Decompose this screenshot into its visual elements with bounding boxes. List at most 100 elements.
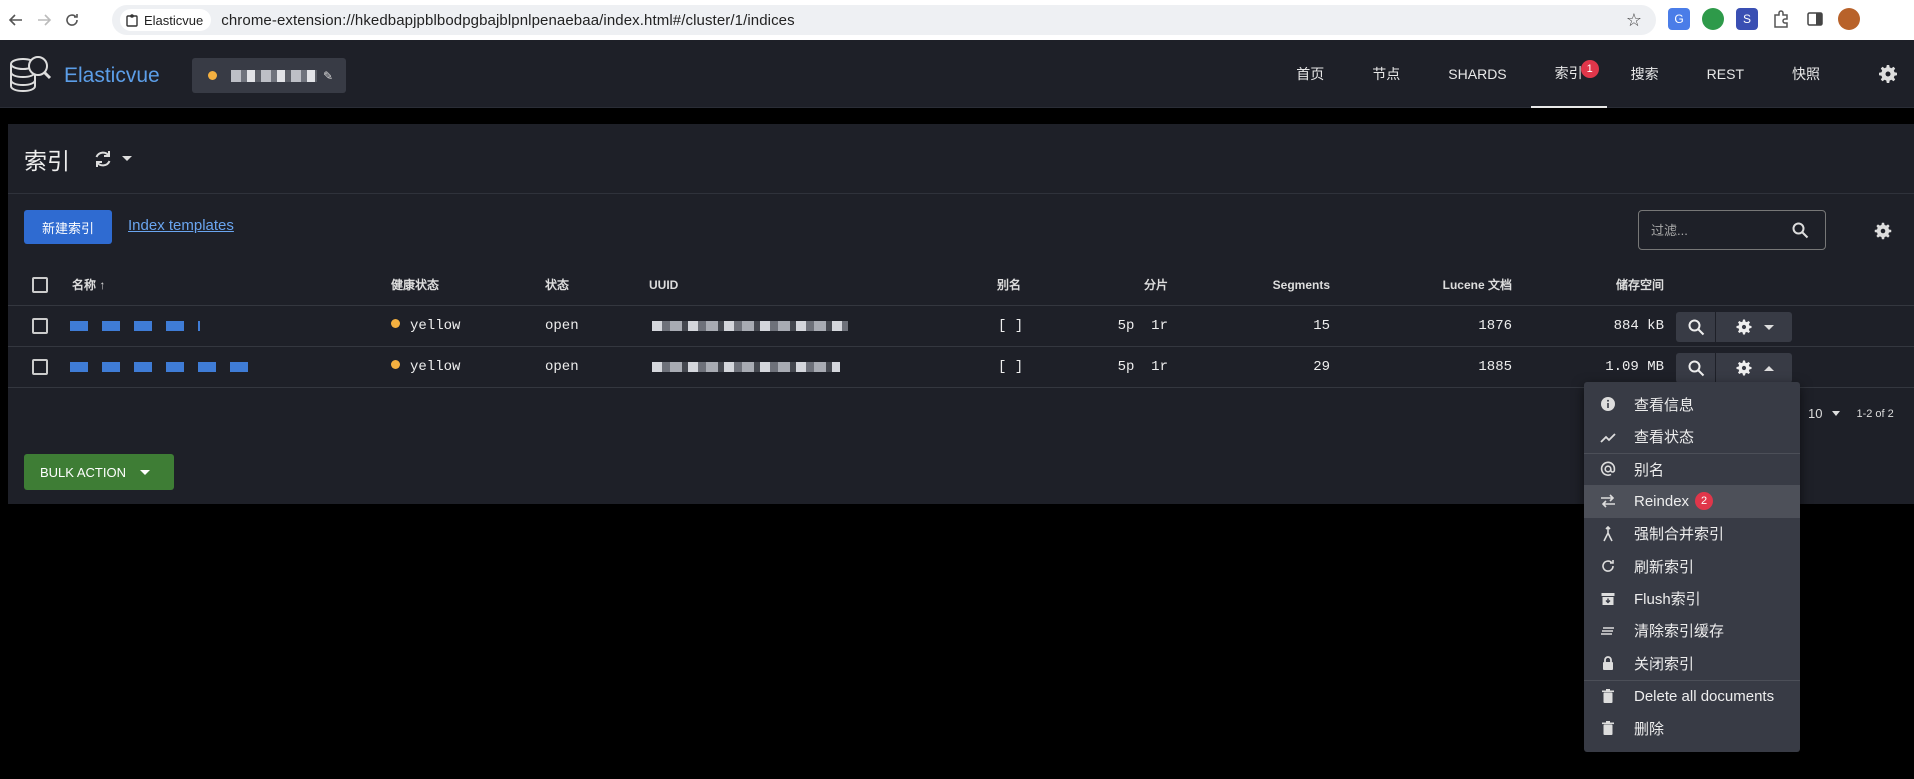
menu-item-reindex[interactable]: Reindex 2 [1584,485,1800,518]
filter-input[interactable] [1651,222,1791,238]
address-bar[interactable]: Elasticvue chrome-extension://hkedbapjpb… [112,5,1656,35]
nav-label: 索引 [1554,65,1583,81]
row-checkbox[interactable] [32,359,48,375]
table-header: 名称 ↑ 健康状态 状态 UUID 别名 分片 Segments Lucene … [8,264,1914,306]
col-aliases[interactable]: 别名 [997,276,1021,293]
app-name[interactable]: Elasticvue [64,64,160,88]
refresh-icon[interactable] [92,148,114,170]
health-cell: yellow [391,318,460,334]
chart-line-icon [1600,432,1616,443]
reload-icon[interactable] [58,6,86,34]
index-options-button[interactable] [1716,353,1792,383]
shards-cell: 5p 1r [1117,318,1168,334]
storage-cell: 884 kB [1613,318,1664,334]
refresh-interval-caret-icon[interactable] [122,156,132,161]
gear-icon [1736,360,1752,376]
row-checkbox[interactable] [32,318,48,334]
search-documents-button[interactable] [1676,353,1716,383]
new-index-button[interactable]: 新建索引 [24,210,112,244]
col-shards[interactable]: 分片 [1108,276,1168,293]
menu-item-show-info[interactable]: 查看信息 [1584,388,1800,420]
rows-per-page-select[interactable]: 10 [1808,406,1822,421]
segments-cell: 15 [1313,318,1330,334]
forward-icon[interactable] [30,6,58,34]
col-status[interactable]: 状态 [545,276,569,293]
select-all-checkbox[interactable] [32,276,48,293]
indices-toolbar: 新建索引 Index templates [8,194,1914,264]
col-uuid[interactable]: UUID [649,278,678,292]
index-options-button[interactable] [1716,312,1792,342]
nav-rest[interactable]: REST [1683,40,1768,108]
menu-item-close[interactable]: 关闭索引 [1584,647,1800,679]
gear-icon [1736,319,1752,335]
menu-item-label: 关闭索引 [1634,655,1695,673]
nav-indices[interactable]: 索引 1 [1530,40,1607,108]
menu-item-clear-cache[interactable]: 清除索引缓存 [1584,615,1800,647]
chevron-down-icon[interactable] [1832,411,1841,416]
col-health[interactable]: 健康状态 [391,276,439,293]
index-name-redacted[interactable] [70,321,200,331]
nav-search[interactable]: 搜索 [1607,40,1683,108]
table-settings-gear-icon[interactable] [1872,220,1894,242]
nav-snapshots[interactable]: 快照 [1768,40,1844,108]
menu-item-label: 清除索引缓存 [1634,623,1725,641]
index-name-redacted[interactable] [70,362,250,372]
translate-icon[interactable]: G [1668,8,1690,30]
menu-item-show-stats[interactable]: 查看状态 [1584,420,1800,452]
col-storage[interactable]: 储存空间 [1548,276,1664,293]
clear-cache-icon [1601,627,1614,635]
col-segments[interactable]: Segments [1208,278,1330,292]
table-row[interactable]: yellow open [ ] 5p 1r 15 1876 884 kB [8,306,1914,347]
menu-item-delete[interactable]: 删除 [1584,712,1800,744]
extension-icons: G S [1668,8,1860,30]
search-documents-button[interactable] [1676,312,1716,342]
menu-item-label: 删除 [1634,720,1665,738]
settings-gear-icon[interactable] [1876,62,1900,86]
nav-nodes[interactable]: 节点 [1348,40,1424,108]
top-nav: 首页 节点 SHARDS 索引 1 搜索 REST 快照 [1272,40,1844,108]
side-panel-icon[interactable] [1804,8,1826,30]
health-text: yellow [410,359,461,375]
bulk-action-button[interactable]: BULK ACTION [24,454,174,490]
docs-cell: 1885 [1478,359,1512,375]
nav-shards[interactable]: SHARDS [1424,40,1530,108]
puzzle-icon [126,14,138,27]
nav-label: 搜索 [1630,66,1659,82]
edit-icon[interactable]: ✎ [323,69,333,83]
col-name[interactable]: 名称 ↑ [72,276,105,293]
nav-badge: 1 [1580,60,1599,78]
page-title: 索引 [24,147,70,174]
back-icon[interactable] [2,6,30,34]
menu-item-aliases[interactable]: 别名 [1584,452,1800,485]
archive-icon [1601,592,1615,605]
cluster-health-dot [208,71,217,80]
extension-blue-icon[interactable]: S [1736,8,1758,30]
trash-icon [1602,721,1614,736]
menu-item-label: Delete all documents [1634,687,1775,705]
menu-item-force-merge[interactable]: 强制合并索引 [1584,518,1800,550]
bulk-action-label: BULK ACTION [40,464,126,480]
search-icon [1688,360,1704,377]
col-lucene-docs[interactable]: Lucene 文档 [1368,276,1512,293]
pagination: 10 1-2 of 2 [1808,406,1894,421]
bookmark-star-icon[interactable]: ☆ [1626,10,1642,31]
cluster-selector[interactable]: ✎ [192,58,346,93]
menu-item-label: Reindex [1634,492,1690,510]
app-header: Elasticvue ✎ 首页 节点 SHARDS 索引 1 搜索 REST 快照 [0,40,1914,108]
sort-asc-icon: ↑ [99,278,106,292]
extension-chip[interactable]: Elasticvue [120,9,212,31]
shield-icon[interactable] [1702,8,1724,30]
storage-cell: 1.09 MB [1605,359,1664,375]
status-cell: open [545,318,579,334]
menu-item-refresh[interactable]: 刷新索引 [1584,550,1800,582]
nav-home[interactable]: 首页 [1272,40,1348,108]
menu-item-delete-all-documents[interactable]: Delete all documents [1584,679,1800,712]
menu-item-flush[interactable]: Flush索引 [1584,582,1800,614]
extensions-puzzle-icon[interactable] [1770,8,1792,30]
health-dot [391,360,400,369]
index-templates-link[interactable]: Index templates [128,217,234,234]
chevron-down-icon [1764,324,1774,330]
filter-field[interactable] [1638,210,1826,250]
profile-avatar[interactable] [1838,8,1860,30]
aliases-cell: [ ] [998,359,1024,375]
